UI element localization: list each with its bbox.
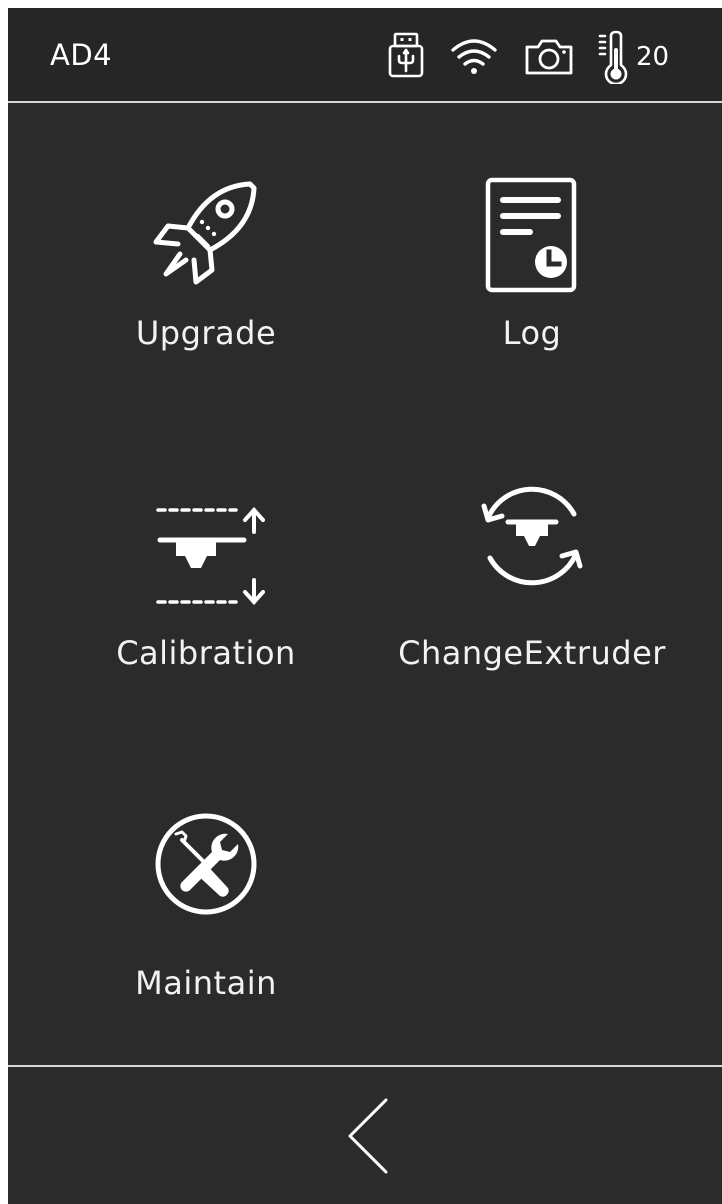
change-extruder-label: ChangeExtruder	[398, 634, 666, 672]
bottom-bar-divider	[8, 1065, 722, 1067]
maintenance-screen: AD4 20 Upgrade Log Calibration ChangeExt…	[8, 8, 722, 1204]
camera-icon	[521, 28, 577, 84]
status-bar: AD4 20	[8, 8, 722, 102]
thermometer-icon	[594, 28, 634, 84]
maintain-button[interactable]: Maintain	[56, 804, 356, 1034]
device-name: AD4	[50, 38, 113, 72]
log-label: Log	[502, 314, 562, 352]
log-document-icon	[472, 176, 592, 296]
temperature-value: 20	[636, 42, 670, 72]
maintain-tools-icon	[146, 804, 266, 924]
back-button[interactable]	[330, 1092, 402, 1180]
chevron-left-icon	[348, 1098, 388, 1174]
status-bar-divider	[8, 101, 722, 103]
calibration-icon	[146, 496, 266, 616]
rocket-icon	[146, 176, 266, 296]
upgrade-label: Upgrade	[135, 314, 277, 352]
calibration-button[interactable]: Calibration	[56, 496, 356, 726]
maintain-label: Maintain	[135, 964, 277, 1002]
log-button[interactable]: Log	[382, 176, 682, 406]
usb-drive-icon	[378, 28, 434, 84]
wifi-icon	[446, 28, 502, 84]
calibration-label: Calibration	[116, 634, 296, 672]
change-extruder-button[interactable]: ChangeExtruder	[382, 476, 682, 706]
upgrade-button[interactable]: Upgrade	[56, 176, 356, 406]
change-extruder-icon	[472, 476, 592, 596]
